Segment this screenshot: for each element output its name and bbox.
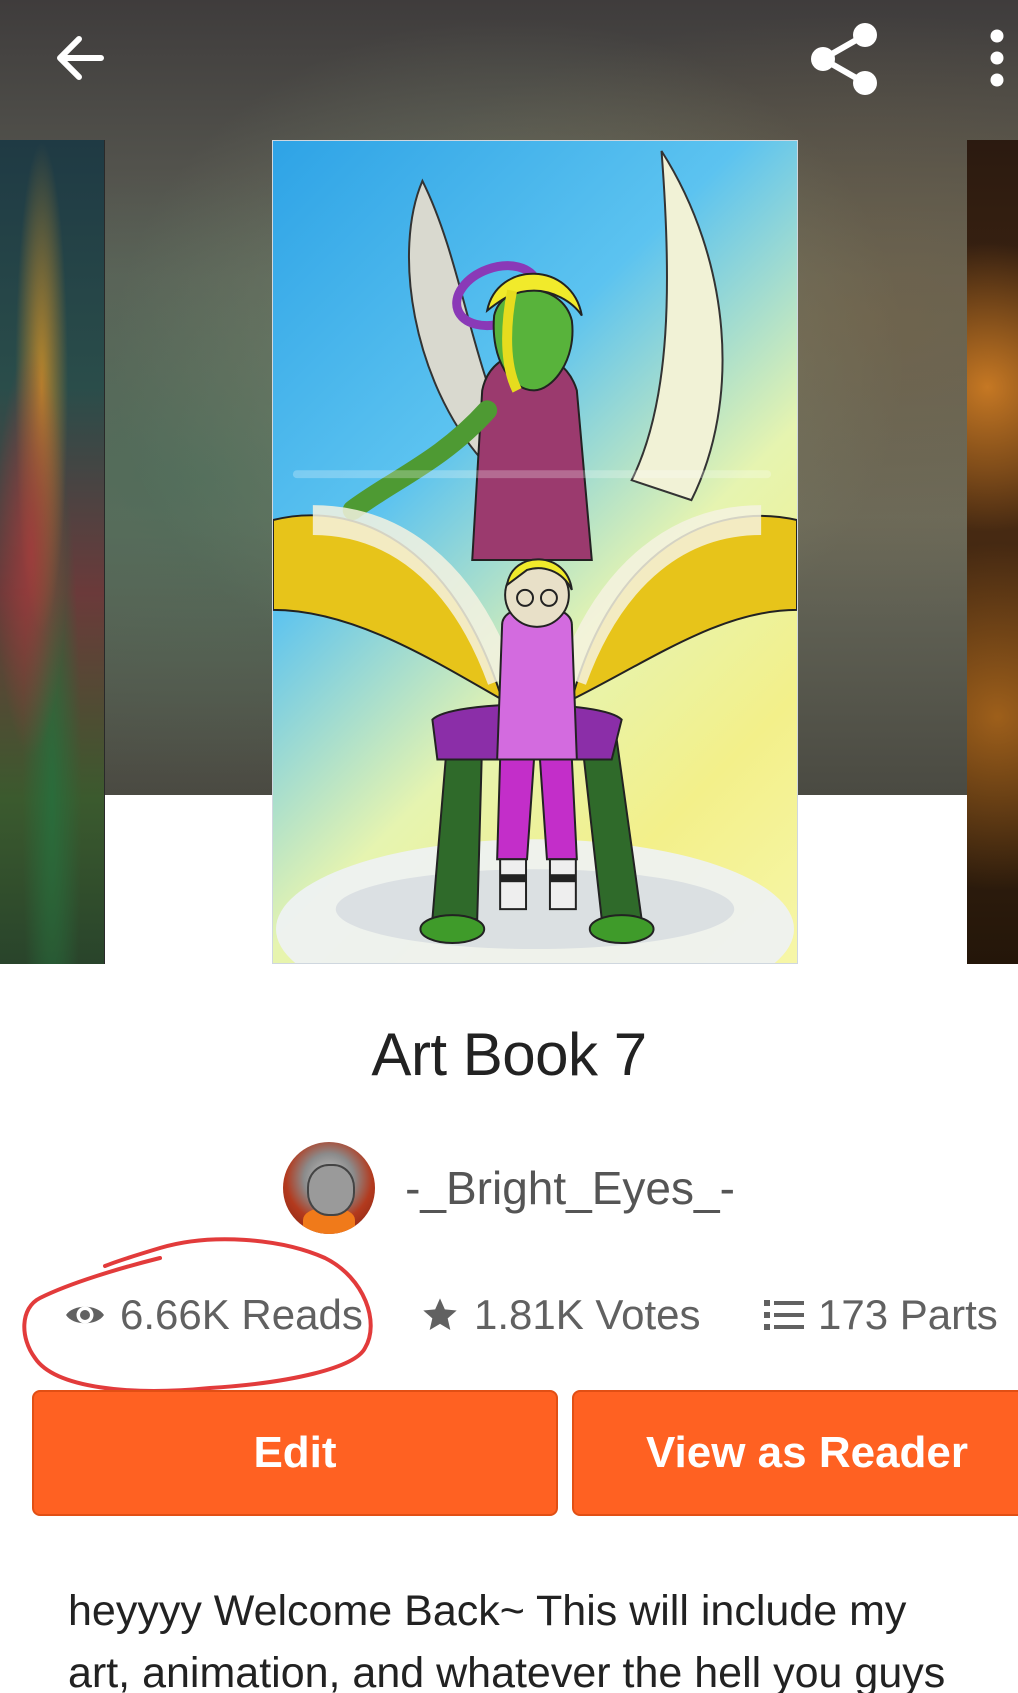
edit-button[interactable]: Edit xyxy=(32,1390,558,1516)
avatar[interactable] xyxy=(283,1142,376,1234)
story-description: heyyyy Welcome Back~ This will include m… xyxy=(68,1587,946,1693)
reads-count: 6.66K Reads xyxy=(120,1291,363,1338)
story-stats: 6.66K Reads 1.81K Votes 173 Parts xyxy=(0,1280,1018,1350)
avatar-face xyxy=(307,1164,356,1216)
story-title: Art Book 7 xyxy=(371,1021,647,1088)
share-button[interactable] xyxy=(800,14,890,104)
story-details-page: Art Book 7 -_Bright_Eyes_- 6.66K Reads 1… xyxy=(0,0,1018,1693)
story-cover-image[interactable] xyxy=(272,140,798,964)
star-icon xyxy=(420,1295,460,1335)
author-row[interactable]: -_Bright_Eyes_- xyxy=(0,1140,1018,1236)
cover-artwork xyxy=(273,150,797,963)
eye-icon xyxy=(64,1300,106,1330)
share-icon xyxy=(811,23,877,95)
top-bar xyxy=(0,0,1018,120)
arrow-left-icon xyxy=(57,36,104,80)
votes-count: 1.81K Votes xyxy=(474,1291,701,1338)
previous-cover-thumbnail[interactable] xyxy=(0,140,105,964)
parts-count: 173 Parts xyxy=(818,1291,998,1338)
parts-stat: 173 Parts xyxy=(764,1280,998,1350)
back-button[interactable] xyxy=(40,18,120,98)
next-cover-thumbnail[interactable] xyxy=(967,140,1018,964)
more-options-button[interactable] xyxy=(975,18,1018,98)
votes-stat: 1.81K Votes xyxy=(420,1280,701,1350)
view-as-reader-button[interactable]: View as Reader xyxy=(572,1390,1018,1516)
list-icon xyxy=(764,1298,804,1332)
author-name[interactable]: -_Bright_Eyes_- xyxy=(405,1161,735,1215)
more-vertical-icon xyxy=(990,29,1003,87)
reads-stat: 6.66K Reads xyxy=(64,1280,363,1350)
